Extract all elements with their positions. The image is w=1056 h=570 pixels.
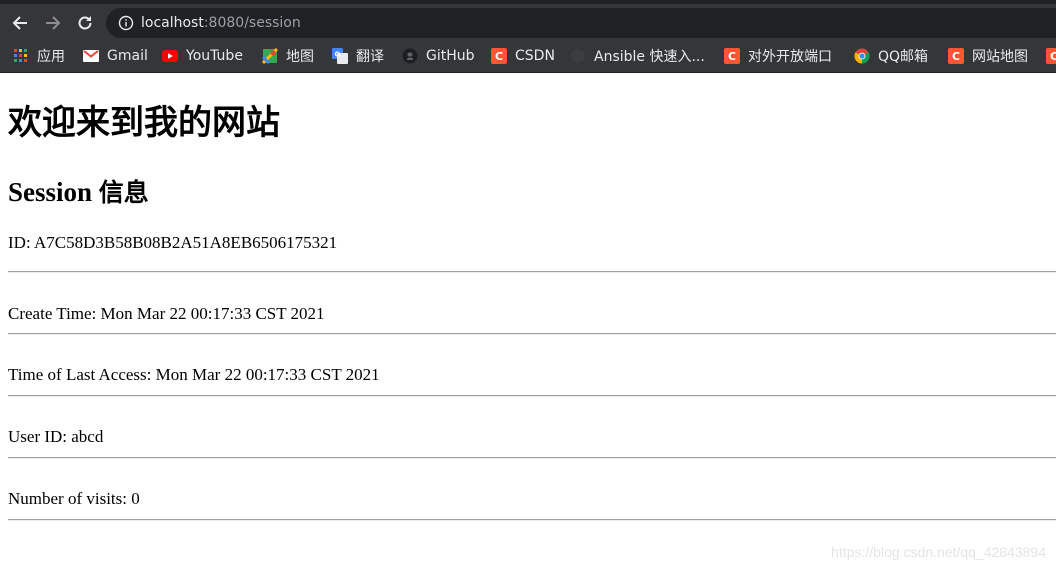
bookmark-overflow[interactable]: C — [1046, 40, 1056, 72]
page-content: 欢迎来到我的网站 Session 信息 ID: A7C58D3B58B08B2A… — [0, 73, 1056, 570]
divider — [8, 457, 1056, 459]
user-id: User ID: abcd — [8, 427, 104, 446]
page-title: 欢迎来到我的网站 — [8, 103, 280, 143]
csdn-icon: C — [1046, 48, 1056, 64]
reload-button[interactable] — [71, 9, 99, 37]
bookmark-translate[interactable]: G 翻译 — [332, 40, 384, 72]
bookmark-ansible[interactable]: Ansible 快速入... — [570, 40, 705, 72]
browser-toolbar: localhost:8080/session — [0, 0, 1056, 40]
back-button[interactable] — [6, 9, 34, 37]
bookmark-label: YouTube — [186, 48, 243, 64]
forward-arrow-icon — [46, 16, 61, 30]
svg-text:G: G — [335, 51, 341, 59]
forward-button[interactable] — [39, 9, 67, 37]
reload-icon — [78, 16, 92, 30]
bookmark-label: QQ邮箱 — [878, 49, 929, 65]
bookmark-open-ports[interactable]: C 对外开放端口 — [724, 40, 832, 72]
bookmarks-bar: 应用 Gmail YouTube 地图 G 翻译 GitHub C CSDN A… — [0, 40, 1056, 73]
bookmark-label: 应用 — [37, 49, 65, 65]
bookmark-label: 对外开放端口 — [748, 49, 832, 65]
divider — [8, 271, 1056, 273]
url-text[interactable]: localhost:8080/session — [141, 8, 301, 38]
url-path: :8080/session — [203, 15, 301, 31]
bookmark-csdn[interactable]: C CSDN — [491, 40, 555, 72]
info-icon[interactable] — [118, 15, 134, 31]
url-host: localhost — [141, 15, 204, 31]
bookmark-label: CSDN — [515, 48, 555, 64]
bookmark-label: 网站地图 — [972, 49, 1028, 65]
bookmark-gmail[interactable]: Gmail — [83, 40, 148, 72]
ansible-icon — [570, 48, 586, 64]
bookmark-youtube[interactable]: YouTube — [162, 40, 243, 72]
visit-count: Number of visits: 0 — [8, 489, 140, 508]
translate-icon: G — [332, 48, 348, 64]
bookmark-maps[interactable]: 地图 — [262, 40, 314, 72]
bookmark-qq-mail[interactable]: QQ邮箱 — [854, 40, 928, 72]
watermark: https://blog.csdn.net/qq_42843894 — [831, 544, 1046, 560]
youtube-icon — [162, 48, 178, 64]
csdn-icon: C — [724, 48, 740, 64]
bookmark-label: 翻译 — [356, 49, 384, 65]
github-icon — [402, 48, 418, 64]
apps-grid-icon — [13, 48, 29, 64]
csdn-icon: C — [491, 48, 507, 64]
bookmark-github[interactable]: GitHub — [402, 40, 475, 72]
csdn-icon: C — [948, 48, 964, 64]
last-access-time: Time of Last Access: Mon Mar 22 00:17:33… — [8, 365, 380, 384]
bookmark-label: Ansible 快速入... — [594, 49, 705, 65]
bookmark-sitemap[interactable]: C 网站地图 — [948, 40, 1028, 72]
bookmark-apps[interactable]: 应用 — [13, 40, 65, 72]
gmail-icon — [83, 48, 99, 64]
chrome-icon — [854, 48, 870, 64]
divider — [8, 519, 1056, 521]
bookmark-label: 地图 — [286, 49, 314, 65]
address-bar[interactable]: localhost:8080/session — [106, 8, 1056, 38]
create-time: Create Time: Mon Mar 22 00:17:33 CST 202… — [8, 304, 325, 323]
back-arrow-icon — [12, 16, 27, 30]
divider — [8, 395, 1056, 397]
session-heading-en: Session — [8, 177, 99, 207]
divider — [8, 333, 1056, 335]
session-id: ID: A7C58D3B58B08B2A51A8EB6506175321 — [8, 233, 338, 252]
session-heading: Session 信息 — [8, 175, 149, 210]
bookmark-label: GitHub — [426, 48, 475, 64]
bookmark-label: Gmail — [107, 48, 148, 64]
session-heading-cn: 信息 — [98, 178, 149, 207]
maps-icon — [262, 48, 278, 64]
